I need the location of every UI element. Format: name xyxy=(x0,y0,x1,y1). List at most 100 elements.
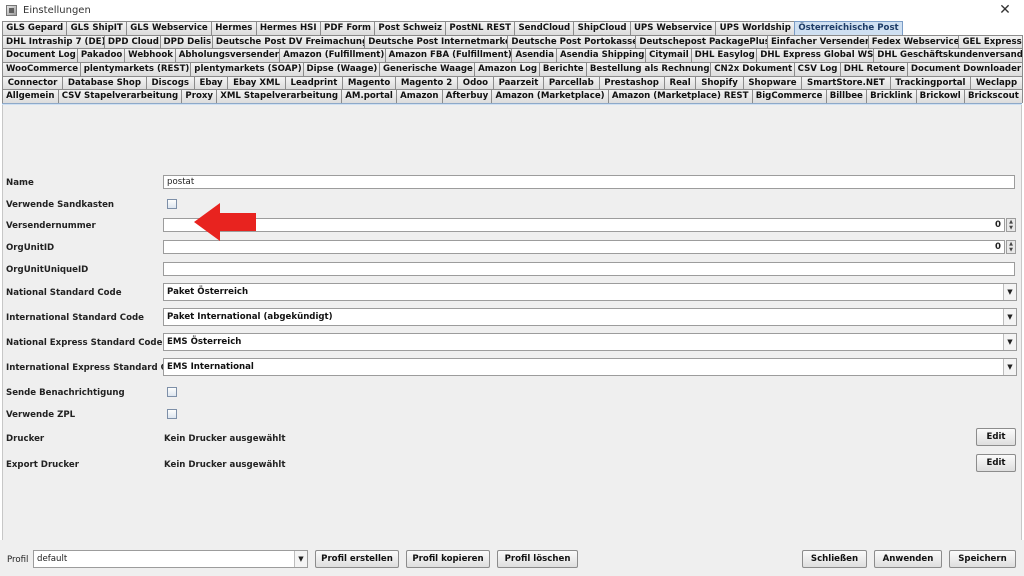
tab-shopify[interactable]: Shopify xyxy=(695,75,744,90)
tab-paarzeit[interactable]: Paarzeit xyxy=(492,75,545,90)
tab-dhl-intraship-7-de[interactable]: DHL Intraship 7 (DE) xyxy=(2,34,105,49)
tab-webhook[interactable]: Webhook xyxy=(124,48,176,63)
tab-billbee[interactable]: Billbee xyxy=(825,89,868,104)
tab-dpd-delis[interactable]: DPD Delis xyxy=(159,34,213,49)
save-button[interactable]: Speichern xyxy=(949,550,1016,568)
tab-deutsche-post-dv-freimachung[interactable]: Deutsche Post DV Freimachung xyxy=(211,34,366,49)
tab-österreichische-post[interactable]: Österreichische Post xyxy=(794,21,903,35)
tab-dipse-waage[interactable]: Dipse (Waage) xyxy=(302,62,380,76)
tab-afterbuy[interactable]: Afterbuy xyxy=(441,89,493,104)
tab-dhl-easylog[interactable]: DHL Easylog xyxy=(690,48,758,63)
international-code-select[interactable]: Paket International (abgekündigt) ▼ xyxy=(163,308,1017,326)
zpl-checkbox[interactable] xyxy=(167,409,177,419)
tab-gls-gepard[interactable]: GLS Gepard xyxy=(2,21,68,35)
orgunit-spinner[interactable]: ▲ ▼ xyxy=(1006,240,1016,254)
tab-hermes-hsi[interactable]: Hermes HSI xyxy=(255,21,321,35)
sender-number-spinner[interactable]: ▲ ▼ xyxy=(1006,218,1016,232)
tab-generische-waage[interactable]: Generische Waage xyxy=(378,62,476,76)
tab-shopware[interactable]: Shopware xyxy=(742,75,803,90)
tab-allgemein[interactable]: Allgemein xyxy=(2,89,59,104)
tab-deutsche-post-portokasse[interactable]: Deutsche Post Portokasse xyxy=(507,34,637,49)
tab-berichte[interactable]: Berichte xyxy=(538,62,587,76)
tab-citymail[interactable]: Citymail xyxy=(645,48,692,63)
orgunit-unique-input[interactable] xyxy=(163,262,1015,276)
tab-am-portal[interactable]: AM.portal xyxy=(341,89,398,104)
printer-edit-button[interactable]: Edit xyxy=(976,428,1016,446)
tab-dhl-express-global-ws[interactable]: DHL Express Global WS xyxy=(756,48,875,63)
chevron-down-icon[interactable]: ▼ xyxy=(1003,359,1016,375)
national-code-select[interactable]: Paket Österreich ▼ xyxy=(163,283,1017,301)
tab-einfacher-versender[interactable]: Einfacher Versender xyxy=(766,34,869,49)
tab-odoo[interactable]: Odoo xyxy=(457,75,494,90)
tab-weclapp[interactable]: Weclapp xyxy=(970,75,1023,90)
tab-bigcommerce[interactable]: BigCommerce xyxy=(751,89,827,104)
tab-dpd-cloud[interactable]: DPD Cloud xyxy=(103,34,161,49)
tab-ebay[interactable]: Ebay xyxy=(193,75,229,90)
name-input[interactable]: postat xyxy=(163,175,1015,189)
chevron-down-icon[interactable]: ▼ xyxy=(1003,334,1016,350)
tab-dhl-retoure[interactable]: DHL Retoure xyxy=(839,62,908,76)
tab-magento-2[interactable]: Magento 2 xyxy=(395,75,459,90)
tab-amazon-marketplace-rest[interactable]: Amazon (Marketplace) REST xyxy=(607,89,753,104)
close-icon[interactable]: ✕ xyxy=(996,1,1014,19)
tab-pakadoo[interactable]: Pakadoo xyxy=(76,48,126,63)
tab-woocommerce[interactable]: WooCommerce xyxy=(2,62,81,76)
tab-bestellung-als-rechnung[interactable]: Bestellung als Rechnung xyxy=(585,62,712,76)
tab-magento[interactable]: Magento xyxy=(342,75,397,90)
tab-deutsche-post-internetmarke[interactable]: Deutsche Post Internetmarke xyxy=(364,34,509,49)
tab-gls-webservice[interactable]: GLS Webservice xyxy=(126,21,212,35)
spinner-down-icon[interactable]: ▼ xyxy=(1007,225,1015,231)
tab-leadprint[interactable]: Leadprint xyxy=(284,75,344,90)
chevron-down-icon[interactable]: ▼ xyxy=(294,551,307,567)
sender-number-input[interactable]: 0 xyxy=(163,218,1005,232)
tab-cn2x-dokument[interactable]: CN2x Dokument xyxy=(710,62,795,76)
tab-amazon-fba-fulfillment[interactable]: Amazon FBA (Fulfillment) xyxy=(384,48,513,63)
tab-pdf-form[interactable]: PDF Form xyxy=(319,21,376,35)
tab-amazon-log[interactable]: Amazon Log xyxy=(474,62,540,76)
tab-parcellab[interactable]: Parcellab xyxy=(543,75,600,90)
tab-amazon-fulfillment[interactable]: Amazon (Fulfillment) xyxy=(279,48,386,63)
tab-document-log[interactable]: Document Log xyxy=(2,48,78,63)
chevron-down-icon[interactable]: ▼ xyxy=(1003,309,1016,325)
orgunit-input[interactable]: 0 xyxy=(163,240,1005,254)
chevron-down-icon[interactable]: ▼ xyxy=(1003,284,1016,300)
tab-real[interactable]: Real xyxy=(663,75,697,90)
tab-sendcloud[interactable]: SendCloud xyxy=(514,21,575,35)
tab-dhl-geschäftskundenversand[interactable]: DHL Geschäftskundenversand xyxy=(873,48,1024,63)
tab-asendia-shipping[interactable]: Asendia Shipping xyxy=(556,48,647,63)
tab-plentymarkets-rest[interactable]: plentymarkets (REST) xyxy=(79,62,192,76)
tab-ups-webservice[interactable]: UPS Webservice xyxy=(629,21,717,35)
tab-connector[interactable]: Connector xyxy=(2,75,64,90)
tab-fedex-webservice[interactable]: Fedex Webservice xyxy=(867,34,960,49)
tab-amazon[interactable]: Amazon xyxy=(396,89,443,104)
tab-amazon-marketplace[interactable]: Amazon (Marketplace) xyxy=(491,89,609,104)
tab-smartstore-net[interactable]: SmartStore.NET xyxy=(801,75,891,90)
tab-gel-express[interactable]: GEL Express xyxy=(958,34,1023,49)
national-express-select[interactable]: EMS Österreich ▼ xyxy=(163,333,1017,351)
tab-ebay-xml[interactable]: Ebay XML xyxy=(227,75,286,90)
apply-button[interactable]: Anwenden xyxy=(874,550,942,568)
tab-database-shop[interactable]: Database Shop xyxy=(62,75,147,90)
tab-xml-stapelverarbeitung[interactable]: XML Stapelverarbeitung xyxy=(216,89,343,104)
create-profile-button[interactable]: Profil erstellen xyxy=(315,550,399,568)
tab-prestashop[interactable]: Prestashop xyxy=(598,75,665,90)
delete-profile-button[interactable]: Profil löschen xyxy=(497,550,578,568)
tab-hermes[interactable]: Hermes xyxy=(211,21,257,35)
tab-brickscout[interactable]: Brickscout xyxy=(963,89,1023,104)
export-printer-edit-button[interactable]: Edit xyxy=(976,454,1016,472)
tab-shipcloud[interactable]: ShipCloud xyxy=(573,21,631,35)
tab-plentymarkets-soap[interactable]: plentymarkets (SOAP) xyxy=(190,62,304,76)
tab-post-schweiz[interactable]: Post Schweiz xyxy=(374,21,447,35)
notify-checkbox[interactable] xyxy=(167,387,177,397)
tab-bricklink[interactable]: Bricklink xyxy=(866,89,917,104)
tab-csv-stapelverarbeitung[interactable]: CSV Stapelverarbeitung xyxy=(57,89,183,104)
tab-brickowl[interactable]: Brickowl xyxy=(915,89,965,104)
tab-asendia[interactable]: Asendia xyxy=(511,48,557,63)
tab-deutschepost-packageplus[interactable]: Deutschepost PackagePlus xyxy=(635,34,768,49)
tab-trackingportal[interactable]: Trackingportal xyxy=(889,75,972,90)
tab-document-downloader[interactable]: Document Downloader xyxy=(906,62,1023,76)
profil-select[interactable]: default ▼ xyxy=(33,550,308,568)
international-express-select[interactable]: EMS International ▼ xyxy=(163,358,1017,376)
sandbox-checkbox[interactable] xyxy=(167,199,177,209)
tab-postnl-rest[interactable]: PostNL REST xyxy=(445,21,516,35)
